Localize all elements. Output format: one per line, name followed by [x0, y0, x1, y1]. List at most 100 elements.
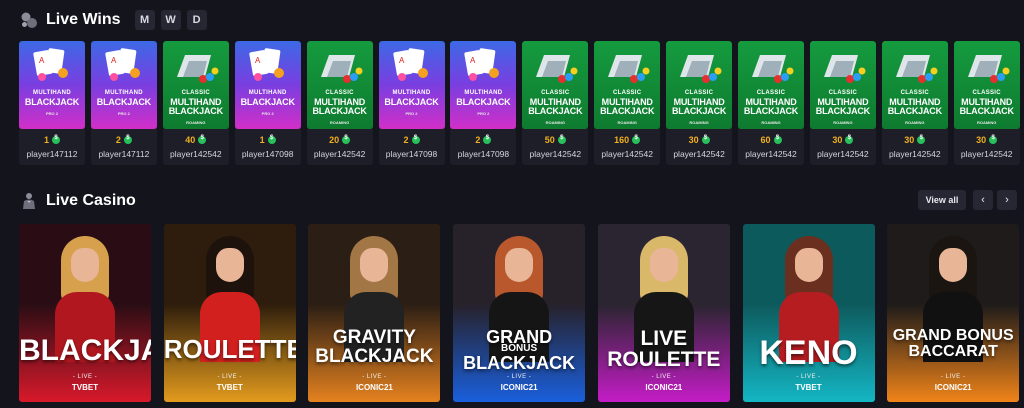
- live-casino-card[interactable]: KENO - LIVE - TVBET: [742, 224, 875, 402]
- live-casino-card[interactable]: GRAND BONUS BLACKJACK - LIVE - ICONIC21: [453, 224, 586, 402]
- live-win-item[interactable]: A MULTIHAND BLACKJACK PRO 2 2 player1470…: [450, 41, 517, 165]
- game-title-main: BLACKJACK: [240, 97, 295, 107]
- live-win-item[interactable]: CLASSIC MULTIHANDBLACKJACK ROAMING 50 pl…: [522, 41, 589, 165]
- game-thumbnail[interactable]: CLASSIC MULTIHAND BLACKJACK ROAMING: [666, 41, 733, 129]
- view-all-button[interactable]: View all: [918, 190, 966, 210]
- game-title-sub: ROAMING: [617, 120, 637, 125]
- game-thumbnail[interactable]: CLASSIC MULTIHAND BLACKJACK ROAMING: [162, 41, 229, 129]
- game-title: CLASSIC MULTIHAND BLACKJACK ROAMING: [954, 89, 1020, 127]
- game-title-sub: PRO 2: [405, 111, 418, 116]
- live-win-item[interactable]: CLASSIC MULTIHANDBLACKJACK ROAMING 30 pl…: [666, 41, 733, 165]
- live-win-item[interactable]: A MULTIHAND BLACKJACK PRO 2 2 player1470…: [378, 41, 445, 165]
- game-title: CLASSIC MULTIHAND BLACKJACK ROAMING: [522, 89, 588, 127]
- game-title: MULTIHAND BLACKJACK PRO 2: [19, 89, 85, 118]
- win-amount-value: 2: [475, 135, 481, 145]
- win-amount: 2: [450, 135, 516, 145]
- live-win-item[interactable]: CLASSIC MULTIHANDBLACKJACK ROAMING 30 pl…: [953, 41, 1020, 165]
- live-casino-title: Live Casino: [46, 192, 136, 209]
- card-title-line1: ROULETTE: [163, 334, 296, 364]
- provider-name: TVBET: [71, 383, 99, 392]
- chevron-left-icon: ‹: [981, 194, 985, 206]
- game-thumbnail[interactable]: CLASSIC MULTIHAND BLACKJACK ROAMING: [738, 41, 804, 129]
- win-amount-value: 30: [832, 135, 843, 145]
- game-thumbnail[interactable]: A MULTIHAND BLACKJACK PRO 2: [90, 41, 157, 129]
- player-name: player147112: [98, 149, 150, 159]
- game-thumbnail[interactable]: CLASSIC MULTIHAND BLACKJACK ROAMING: [881, 41, 948, 129]
- live-casino-card[interactable]: GRAND BONUS BACCARAT - LIVE - ICONIC21: [887, 224, 1020, 402]
- live-casino-card[interactable]: GRAVITY BLACKJACK - LIVE - ICONIC21: [308, 224, 441, 402]
- win-amount: 1: [235, 135, 301, 145]
- game-title-main-2: BLACKJACK: [887, 106, 942, 116]
- player-name: player142542: [960, 149, 1013, 159]
- next-button[interactable]: ›: [997, 190, 1017, 210]
- win-amount-value: 40: [185, 135, 196, 145]
- prev-button[interactable]: ‹: [973, 190, 993, 210]
- card-shoe-icon: [608, 55, 650, 83]
- game-title: CLASSIC MULTIHAND BLACKJACK ROAMING: [810, 89, 876, 127]
- svg-text:A: A: [255, 56, 261, 65]
- coin-icon: [123, 135, 132, 144]
- game-thumbnail[interactable]: CLASSIC MULTIHAND BLACKJACK ROAMING: [594, 41, 661, 129]
- game-thumbnail[interactable]: CLASSIC MULTIHAND BLACKJACK ROAMING: [522, 41, 589, 129]
- card-shoe-icon: [176, 55, 219, 83]
- player-name: player147098: [241, 149, 294, 159]
- game-title-main: BLACKJACK: [456, 97, 511, 107]
- provider-name: TVBET: [216, 383, 243, 392]
- player-name: player142542: [745, 149, 797, 159]
- player-name: player147098: [385, 149, 438, 159]
- period-day-button[interactable]: D: [186, 10, 207, 30]
- card-shoe-icon: [823, 55, 866, 83]
- game-thumbnail[interactable]: A MULTIHAND BLACKJACK PRO 2: [450, 41, 517, 129]
- live-casino-card[interactable]: BLACKJACK - LIVE - TVBET: [19, 224, 151, 402]
- card-title: BLACKJACK: [19, 336, 151, 366]
- player-name: player142542: [170, 149, 222, 159]
- card-shoe-icon: [536, 55, 578, 83]
- coin-icon: [267, 135, 276, 144]
- win-amount: 30: [810, 135, 876, 145]
- live-win-item[interactable]: CLASSIC MULTIHANDBLACKJACK ROAMING 30 pl…: [881, 41, 948, 165]
- game-thumbnail[interactable]: CLASSIC MULTIHAND BLACKJACK ROAMING: [809, 41, 876, 129]
- win-amount-value: 50: [544, 135, 555, 145]
- playing-cards-icon: A: [464, 48, 500, 81]
- game-title-main: BLACKJACK: [384, 97, 439, 107]
- provider-name: ICONIC21: [645, 383, 683, 392]
- game-thumbnail[interactable]: A MULTIHAND BLACKJACK PRO 2: [234, 41, 301, 129]
- card-shoe-icon: [752, 55, 794, 83]
- svg-text:A: A: [39, 56, 45, 65]
- coin-icon: [773, 135, 782, 144]
- game-thumbnail[interactable]: CLASSIC MULTIHAND BLACKJACK ROAMING: [306, 41, 373, 129]
- live-win-item[interactable]: CLASSIC MULTIHANDBLACKJACK ROAMING 40 pl…: [162, 41, 229, 165]
- card-title: LIVE ROULETTE: [598, 328, 730, 370]
- live-win-item[interactable]: CLASSIC MULTIHANDBLACKJACK ROAMING 30 pl…: [809, 41, 876, 165]
- game-title-sub: ROAMING: [761, 120, 781, 125]
- live-casino-header: Live Casino: [20, 192, 136, 210]
- game-thumbnail[interactable]: A MULTIHAND BLACKJACK PRO 2: [19, 41, 85, 129]
- live-win-item[interactable]: CLASSIC MULTIHANDBLACKJACK ROAMING 20 pl…: [306, 41, 373, 165]
- live-win-item[interactable]: CLASSIC MULTIHANDBLACKJACK ROAMING 60 pl…: [738, 41, 804, 165]
- live-label: - LIVE -: [217, 374, 242, 380]
- live-win-item[interactable]: A MULTIHAND BLACKJACK PRO 2 1 player1470…: [234, 41, 301, 165]
- live-casino-card[interactable]: ROULETTE - LIVE - TVBET: [163, 224, 296, 402]
- game-title-sub: ROAMING: [689, 120, 709, 125]
- coin-icon: [632, 135, 641, 144]
- game-title-sub: ROAMING: [329, 120, 350, 125]
- live-casino-card[interactable]: LIVE ROULETTE - LIVE - ICONIC21: [597, 224, 730, 402]
- win-amount-value: 30: [688, 135, 699, 145]
- coin-icon: [917, 135, 926, 144]
- period-week-button[interactable]: W: [160, 10, 181, 30]
- playing-cards-icon: A: [249, 48, 284, 81]
- game-thumbnail[interactable]: CLASSIC MULTIHAND BLACKJACK ROAMING: [953, 41, 1020, 129]
- card-title-line1: LIVE: [640, 327, 688, 350]
- win-amount-value: 1: [43, 135, 49, 145]
- live-win-item[interactable]: A MULTIHAND BLACKJACK PRO 2 1 player1471…: [19, 41, 85, 165]
- period-month-button[interactable]: M: [134, 10, 155, 30]
- live-win-item[interactable]: CLASSIC MULTIHANDBLACKJACK ROAMING 160 p…: [594, 41, 661, 165]
- game-title-sub: ROAMING: [977, 120, 997, 125]
- live-label: - LIVE -: [362, 374, 387, 380]
- live-win-item[interactable]: A MULTIHAND BLACKJACK PRO 2 2 player1471…: [90, 41, 157, 165]
- player-name: player142542: [817, 149, 869, 159]
- dealer-face: [215, 248, 244, 282]
- game-thumbnail[interactable]: A MULTIHAND BLACKJACK PRO 2: [378, 41, 445, 129]
- dealer-face: [649, 248, 678, 282]
- dealer-face: [939, 248, 968, 282]
